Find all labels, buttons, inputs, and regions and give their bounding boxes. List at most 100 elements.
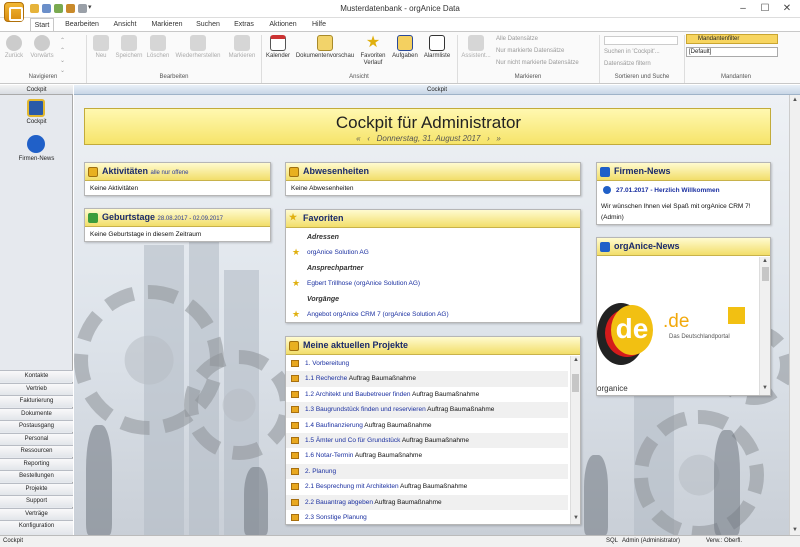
favorites-button[interactable]: ★ Favoriten Verlauf bbox=[358, 35, 388, 67]
project-row[interactable]: 1.4 Baufinanzierung Auftrag Baumaßnahme bbox=[286, 418, 568, 433]
project-task[interactable]: 1.3 Baugrundstück finden und reservieren bbox=[305, 406, 426, 413]
docpreview-button[interactable]: Dokumentenvorschau bbox=[292, 35, 358, 60]
scroll-up-icon[interactable]: ▲ bbox=[762, 258, 768, 264]
nav-konfiguration[interactable]: Konfiguration bbox=[0, 520, 73, 535]
project-task[interactable]: 1.4 Baufinanzierung bbox=[305, 422, 363, 429]
only-marked-button[interactable]: Nur markierte Datensätze bbox=[496, 48, 564, 54]
nav-fakturierung[interactable]: Fakturierung bbox=[0, 395, 73, 407]
ribbon: Zurück Vorwärts ⌃ ⌃ ⌄ ⌄ Navigieren Neu Spei… bbox=[0, 31, 800, 84]
project-row[interactable]: 1.3 Baugrundstück finden und reservieren… bbox=[286, 402, 568, 418]
nav-vertraege[interactable]: Verträge bbox=[0, 507, 73, 520]
tab-hilfe[interactable]: Hilfe bbox=[308, 18, 330, 31]
forward-button[interactable]: Vorwärts bbox=[29, 35, 55, 60]
news-link[interactable]: 27.01.2017 - Herzlich Willkommen bbox=[616, 187, 720, 194]
activities-filter-link[interactable]: alle nur offene bbox=[151, 170, 189, 176]
project-row[interactable]: 1.5 Ämter und Co für Grundstück Auftrag … bbox=[286, 433, 568, 449]
nav-arrows[interactable]: ⌃ ⌃ ⌄ ⌄ bbox=[60, 36, 65, 76]
project-task[interactable]: 1.5 Ämter und Co für Grundstück bbox=[305, 437, 400, 444]
project-task[interactable]: 2.3 Sonstige Planung bbox=[305, 514, 367, 521]
projects-header: Meine aktuellen Projekte bbox=[286, 337, 580, 355]
mark-all-button[interactable]: Alle Datensätze bbox=[496, 36, 538, 42]
next-day-button[interactable]: › bbox=[487, 134, 490, 143]
project-task[interactable]: 2. Planung bbox=[305, 468, 336, 475]
scroll-up-icon[interactable]: ▲ bbox=[792, 97, 798, 103]
favorite-link[interactable]: Angebot orgAnice CRM 7 (orgAnice Solutio… bbox=[307, 311, 449, 318]
sort-field-select[interactable] bbox=[604, 36, 678, 45]
mandant-select[interactable]: [Default] bbox=[686, 47, 778, 57]
nav-dokumente[interactable]: Dokumente bbox=[0, 407, 73, 420]
nav-personal[interactable]: Personal bbox=[0, 432, 73, 445]
mandantenfilter-button[interactable]: Mandantenfilter bbox=[686, 34, 778, 44]
project-row[interactable]: 2.2 Bauantrag abgeben Auftrag Baumaßnahm… bbox=[286, 494, 568, 510]
close-button[interactable]: ✕ bbox=[776, 1, 798, 17]
project-row[interactable]: 1.2 Architekt und Baubetreuer finden Auf… bbox=[286, 387, 568, 402]
project-row[interactable]: 2.3 Sonstige Planung bbox=[286, 510, 568, 525]
news-text: Wir wünschen Ihnen viel Spaß mit orgAnic… bbox=[601, 203, 751, 221]
background-gear bbox=[184, 350, 294, 460]
alarm-list-icon bbox=[429, 35, 445, 51]
project-task[interactable]: 1.6 Notar-Termin bbox=[305, 452, 353, 459]
tab-ansicht[interactable]: Ansicht bbox=[109, 18, 141, 31]
main-scrollbar[interactable]: ▲ ▼ bbox=[789, 95, 800, 535]
restore-button[interactable]: Wiederherstellen bbox=[172, 35, 224, 60]
calendar-button[interactable]: Kalender bbox=[264, 35, 292, 60]
nav-vertrieb[interactable]: Vertrieb bbox=[0, 382, 73, 395]
next-week-button[interactable]: » bbox=[496, 134, 500, 143]
prev-day-button[interactable]: ‹ bbox=[367, 134, 370, 143]
favorite-link[interactable]: Egbert Trillhose (orgAnice Solution AG) bbox=[307, 280, 420, 287]
alarm-button[interactable]: Alarmliste bbox=[422, 35, 452, 60]
project-row[interactable]: 1. Vorbereitung bbox=[286, 356, 568, 371]
tab-suchen[interactable]: Suchen bbox=[193, 18, 223, 31]
filter-records[interactable]: Datensätze filtern bbox=[604, 61, 651, 67]
tab-extras[interactable]: Extras bbox=[230, 18, 258, 31]
save-button[interactable]: Speichern bbox=[114, 35, 144, 60]
search-in-cockpit[interactable]: Suchen in 'Cockpit'... bbox=[604, 49, 660, 55]
scroll-up-icon[interactable]: ▲ bbox=[573, 357, 579, 363]
project-row[interactable]: 1.1 Recherche Auftrag Baumaßnahme bbox=[286, 371, 568, 387]
nav-item-firmen-news[interactable]: Firmen-News bbox=[0, 135, 73, 165]
project-row[interactable]: 2. Planung bbox=[286, 463, 568, 480]
tasks-button[interactable]: Aufgaben bbox=[390, 35, 420, 60]
nav-ressourcen[interactable]: Ressourcen bbox=[0, 445, 73, 457]
nav-postausgang[interactable]: Postausgang bbox=[0, 420, 73, 432]
activities-icon bbox=[88, 167, 98, 177]
prev-week-button[interactable]: « bbox=[356, 134, 360, 143]
projects-scrollbar[interactable]: ▲ ▼ bbox=[570, 356, 580, 524]
minimize-button[interactable]: – bbox=[732, 1, 754, 17]
project-task[interactable]: 1.2 Architekt und Baubetreuer finden bbox=[305, 391, 411, 398]
scroll-down-icon[interactable]: ▼ bbox=[762, 385, 768, 391]
tab-bearbeiten[interactable]: Bearbeiten bbox=[62, 18, 102, 31]
tab-aktionen[interactable]: Aktionen bbox=[266, 18, 300, 31]
project-task[interactable]: 1.1 Recherche bbox=[305, 375, 347, 382]
favorite-link[interactable]: orgAnice Solution AG bbox=[307, 249, 369, 256]
project-icon bbox=[291, 406, 299, 414]
nav-bestellungen[interactable]: Bestellungen bbox=[0, 470, 73, 482]
project-icon bbox=[291, 390, 299, 398]
back-button[interactable]: Zurück bbox=[4, 35, 24, 60]
scroll-thumb[interactable] bbox=[572, 374, 579, 392]
news-scrollbar[interactable]: ▲ ▼ bbox=[759, 257, 770, 395]
project-task[interactable]: 1. Vorbereitung bbox=[305, 360, 349, 367]
project-row[interactable]: 2.1 Besprechung mit Architekten Auftrag … bbox=[286, 479, 568, 494]
new-button[interactable]: Neu bbox=[92, 35, 110, 60]
nav-kontakte[interactable]: Kontakte bbox=[0, 370, 73, 382]
not-marked-button[interactable]: Nur nicht markierte Datensätze bbox=[496, 60, 579, 66]
tasks-label: Aufgaben bbox=[392, 53, 418, 59]
nav-projekte[interactable]: Projekte bbox=[0, 482, 73, 495]
project-row[interactable]: 1.6 Notar-Termin Auftrag Baumaßnahme bbox=[286, 448, 568, 463]
nav-support[interactable]: Support bbox=[0, 495, 73, 507]
project-task[interactable]: 2.2 Bauantrag abgeben bbox=[305, 499, 373, 506]
scroll-thumb[interactable] bbox=[762, 267, 769, 281]
scroll-down-icon[interactable]: ▼ bbox=[573, 515, 579, 521]
maximize-button[interactable]: ☐ bbox=[754, 1, 776, 17]
project-name: Auftrag Baumaßnahme bbox=[374, 498, 442, 506]
mark-button[interactable]: Markieren bbox=[226, 35, 258, 60]
project-task[interactable]: 2.1 Besprechung mit Architekten bbox=[305, 483, 399, 490]
delete-button[interactable]: Löschen bbox=[145, 35, 171, 60]
tab-markieren[interactable]: Markieren bbox=[148, 18, 186, 31]
tab-start[interactable]: Start bbox=[30, 18, 54, 31]
nav-item-cockpit[interactable]: Cockpit bbox=[0, 99, 73, 129]
assistant-button[interactable]: Assistent... bbox=[460, 35, 492, 60]
nav-reporting[interactable]: Reporting bbox=[0, 457, 73, 470]
scroll-down-icon[interactable]: ▼ bbox=[792, 527, 798, 533]
